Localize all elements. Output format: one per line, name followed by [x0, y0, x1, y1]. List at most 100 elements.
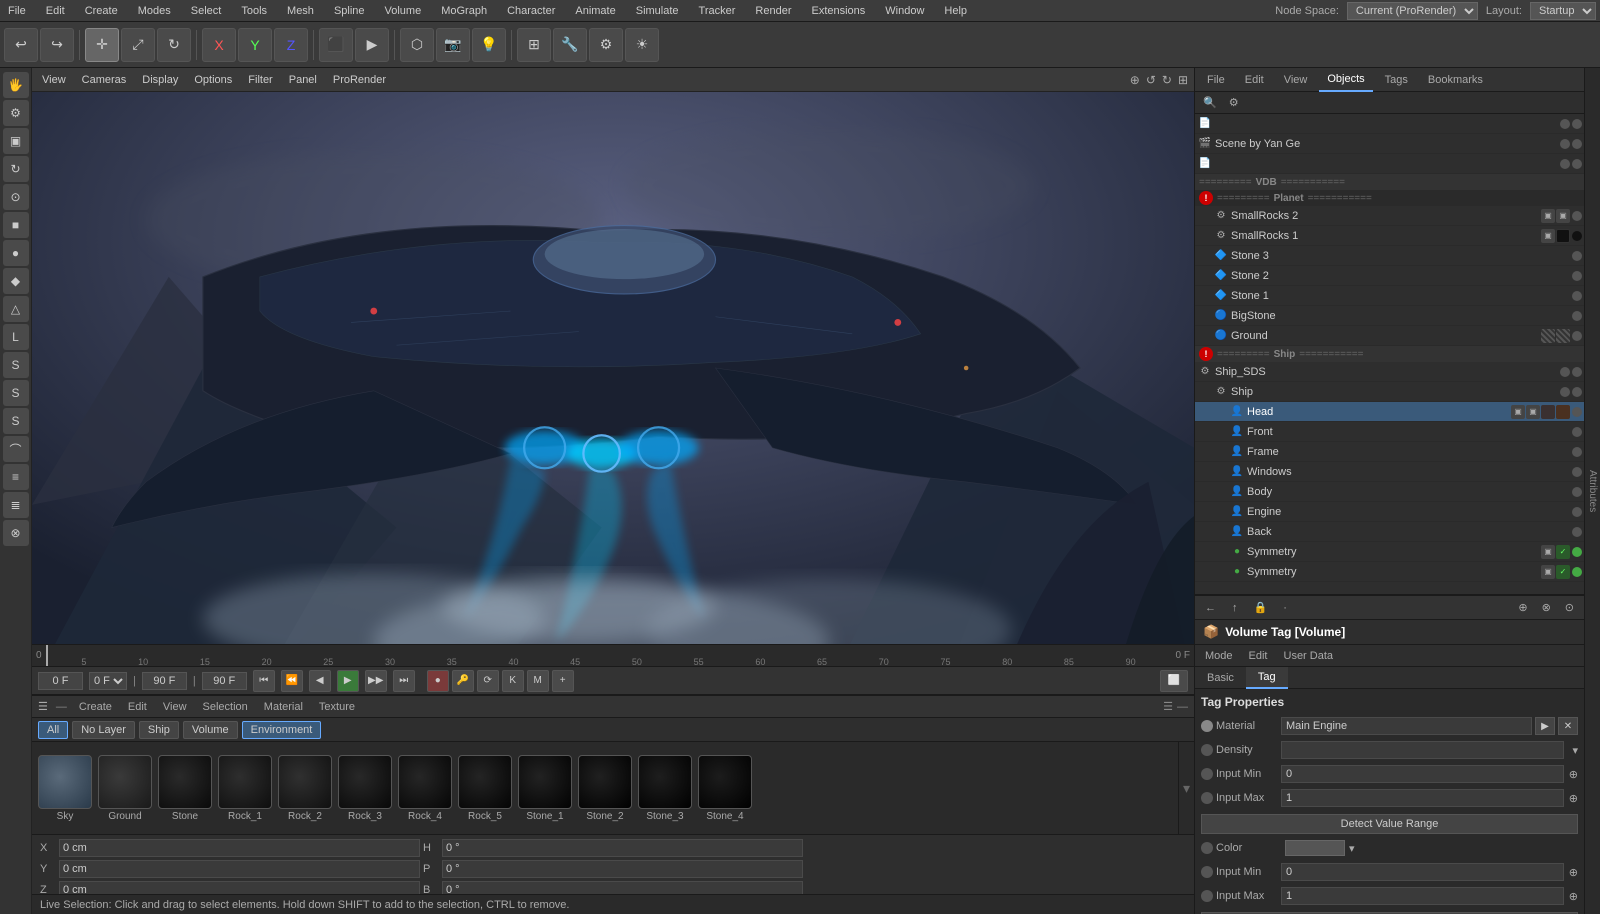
vt-prorender[interactable]: ProRender — [329, 74, 390, 86]
obj-row-frame[interactable]: 👤 Frame — [1195, 442, 1584, 462]
attr-mat-expand-btn[interactable]: ▶ — [1535, 717, 1555, 735]
obj-search-icon[interactable]: 🔍 — [1199, 96, 1221, 109]
attr-density-expand[interactable]: ▾ — [1564, 744, 1578, 757]
left-tool-2[interactable]: ⚙ — [3, 100, 29, 126]
left-tool-8[interactable]: ◆ — [3, 268, 29, 294]
coord-h-input[interactable] — [442, 839, 803, 857]
material-stone4[interactable]: Stone_4 — [698, 755, 752, 822]
attr-mat-del-btn[interactable]: ✕ — [1558, 717, 1578, 735]
record-btn[interactable]: ● — [427, 670, 449, 692]
light2-btn[interactable]: ☀ — [625, 28, 659, 62]
object-mode-btn[interactable]: ⬛ — [319, 28, 353, 62]
node-space-select[interactable]: Current (ProRender) — [1347, 2, 1478, 20]
attr-inputmin-value[interactable] — [1281, 765, 1564, 783]
coord-y-input[interactable] — [59, 860, 420, 878]
prev-frame-btn[interactable]: ⏪ — [281, 670, 303, 692]
play-btn[interactable]: ▶ — [337, 670, 359, 692]
coord-p-input[interactable] — [442, 860, 803, 878]
vp-icon-4[interactable]: ⊞ — [1178, 73, 1188, 87]
current-frame-input[interactable] — [38, 672, 83, 690]
obj-row-doc1[interactable]: 📄 — [1195, 114, 1584, 134]
mat-tb-create[interactable]: Create — [75, 701, 116, 713]
go-end-btn[interactable]: ⏭ — [393, 670, 415, 692]
material-ground[interactable]: Ground — [98, 755, 152, 822]
attr-nav-r3[interactable]: ⊙ — [1559, 597, 1580, 619]
persp-btn[interactable]: ⬡ — [400, 28, 434, 62]
obj-tab-tags[interactable]: Tags — [1377, 68, 1416, 92]
left-tool-3[interactable]: ▣ — [3, 128, 29, 154]
obj-row-head[interactable]: 👤 Head ▣ ▣ — [1195, 402, 1584, 422]
menu-simulate[interactable]: Simulate — [632, 5, 683, 17]
redo-btn[interactable]: ↪ — [40, 28, 74, 62]
undo-btn[interactable]: ↩ — [4, 28, 38, 62]
detect-btn-1[interactable]: Detect Value Range — [1201, 814, 1578, 834]
attr-mode-btn[interactable]: Mode — [1199, 645, 1239, 667]
menu-mesh[interactable]: Mesh — [283, 5, 318, 17]
menu-animate[interactable]: Animate — [571, 5, 619, 17]
rotate-btn[interactable]: ↻ — [157, 28, 191, 62]
attr-color-inputmax-spin[interactable]: ⊕ — [1564, 890, 1578, 903]
vt-view[interactable]: View — [38, 74, 70, 86]
filter-environment[interactable]: Environment — [242, 721, 322, 739]
filter-ship[interactable]: Ship — [139, 721, 179, 739]
mat-menu-icon2[interactable]: ☰ — [1163, 700, 1173, 713]
prev-btn[interactable]: ◀ — [309, 670, 331, 692]
menu-extensions[interactable]: Extensions — [807, 5, 869, 17]
attr-tab-basic[interactable]: Basic — [1195, 667, 1246, 689]
camera-btn[interactable]: 📷 — [436, 28, 470, 62]
obj-row-ship-sds[interactable]: ⚙ Ship_SDS — [1195, 362, 1584, 382]
render-btn[interactable]: ▶ — [355, 28, 389, 62]
motion-btn[interactable]: M — [527, 670, 549, 692]
autokey-btn[interactable]: K — [502, 670, 524, 692]
attr-inputmax-value[interactable] — [1281, 789, 1564, 807]
obj-row-stone1[interactable]: 🔷 Stone 1 — [1195, 286, 1584, 306]
vp-icon-1[interactable]: ⊕ — [1130, 73, 1140, 87]
menu-tracker[interactable]: Tracker — [695, 5, 740, 17]
left-tool-9[interactable]: △ — [3, 296, 29, 322]
vp-icon-3[interactable]: ↻ — [1162, 73, 1172, 87]
obj-row-symmetry1[interactable]: ● Symmetry ▣ ✓ — [1195, 542, 1584, 562]
snap-btn[interactable]: 🔧 — [553, 28, 587, 62]
menu-select[interactable]: Select — [187, 5, 226, 17]
vt-cameras[interactable]: Cameras — [78, 74, 131, 86]
vt-display[interactable]: Display — [138, 74, 182, 86]
attr-color-inputmin-spin[interactable]: ⊕ — [1564, 866, 1578, 879]
menu-modes[interactable]: Modes — [134, 5, 175, 17]
axis-z-btn[interactable]: Z — [274, 28, 308, 62]
light-btn[interactable]: 💡 — [472, 28, 506, 62]
axis-y-btn[interactable]: Y — [238, 28, 272, 62]
obj-tab-edit[interactable]: Edit — [1237, 68, 1272, 92]
obj-row-scene[interactable]: 🎬 Scene by Yan Ge — [1195, 134, 1584, 154]
attr-userdata-btn[interactable]: User Data — [1278, 645, 1340, 667]
obj-row-doc2[interactable]: 📄 — [1195, 154, 1584, 174]
vp-icon-2[interactable]: ↺ — [1146, 73, 1156, 87]
object-tree[interactable]: 📄 🎬 Scene by Yan Ge 📄 — [1195, 114, 1584, 594]
mat-menu-icon[interactable]: ☰ — [38, 700, 48, 713]
3d-viewport[interactable] — [32, 92, 1194, 644]
obj-row-smallrocks2[interactable]: ⚙ SmallRocks 2 ▣ ▣ — [1195, 206, 1584, 226]
obj-row-bigstone[interactable]: 🔵 BigStone — [1195, 306, 1584, 326]
filter-all[interactable]: All — [38, 721, 68, 739]
attr-edit-btn[interactable]: Edit — [1243, 645, 1274, 667]
end-frame2-input[interactable] — [202, 672, 247, 690]
left-tool-5[interactable]: ⊙ — [3, 184, 29, 210]
material-rock2[interactable]: Rock_2 — [278, 755, 332, 822]
obj-tab-objects[interactable]: Objects — [1319, 68, 1372, 92]
attr-nav-r1[interactable]: ⊕ — [1512, 597, 1533, 619]
attr-nav-lock[interactable]: 🔒 — [1248, 597, 1274, 619]
menu-mograph[interactable]: MoGraph — [437, 5, 491, 17]
menu-help[interactable]: Help — [940, 5, 971, 17]
vt-options[interactable]: Options — [190, 74, 236, 86]
left-tool-12[interactable]: S — [3, 380, 29, 406]
filter-nolayer[interactable]: No Layer — [72, 721, 135, 739]
extra-btn[interactable]: + — [552, 670, 574, 692]
left-tool-14[interactable]: ⌒ — [3, 436, 29, 462]
material-rock3[interactable]: Rock_3 — [338, 755, 392, 822]
left-tool-1[interactable]: 🖐 — [3, 72, 29, 98]
next-btn[interactable]: ▶▶ — [365, 670, 387, 692]
material-sky[interactable]: Sky — [38, 755, 92, 822]
material-stone2[interactable]: Stone_2 — [578, 755, 632, 822]
menu-character[interactable]: Character — [503, 5, 559, 17]
obj-tab-view[interactable]: View — [1276, 68, 1316, 92]
left-tool-13[interactable]: S — [3, 408, 29, 434]
